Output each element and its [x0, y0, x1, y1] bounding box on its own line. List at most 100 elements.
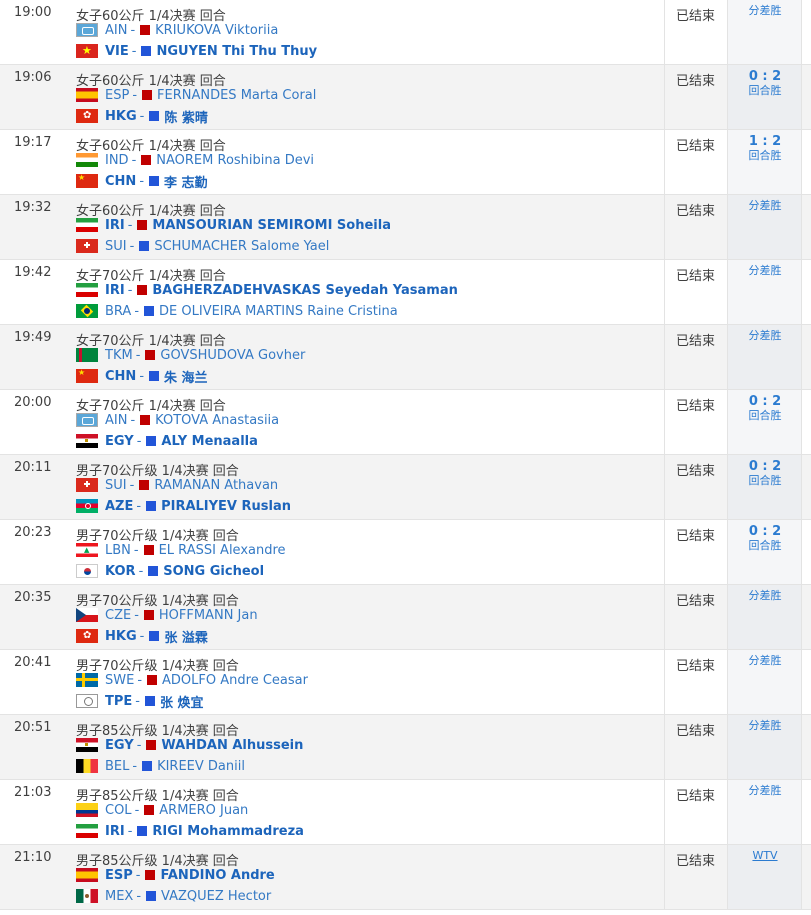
athlete-name[interactable]: 张 溢霖 [164, 627, 208, 646]
result-cell[interactable]: WTV [728, 849, 802, 863]
result-type[interactable]: 分差胜 [728, 329, 802, 343]
athlete-name[interactable]: 张 焕宜 [160, 692, 204, 711]
country-code[interactable]: SWE [105, 673, 134, 688]
athlete-name[interactable]: NGUYEN Thi Thu Thuy [156, 44, 317, 59]
country-code[interactable]: IRI [105, 824, 125, 839]
country-code[interactable]: IRI [105, 283, 125, 298]
country-code[interactable]: BEL [105, 759, 129, 774]
country-code[interactable]: AIN [105, 23, 127, 38]
country-code[interactable]: SUI [105, 478, 127, 493]
country-code[interactable]: ESP [105, 88, 129, 103]
result-cell[interactable]: 分差胜 [728, 719, 802, 733]
athlete-name[interactable]: 陈 紫晴 [164, 107, 208, 126]
result-type[interactable]: 回合胜 [728, 475, 802, 487]
country-code[interactable]: VIE [105, 44, 129, 59]
country-code[interactable]: MEX [105, 889, 133, 904]
athlete-name[interactable]: DE OLIVEIRA MARTINS Raine Cristina [159, 304, 398, 319]
match-row[interactable]: 19:32 女子60公斤 1/4决赛 回合 IRI - MANSOURIAN SEMIR… [0, 195, 811, 260]
result-type[interactable]: 分差胜 [728, 784, 802, 798]
result-cell[interactable]: 分差胜 [728, 264, 802, 278]
country-code[interactable]: IRI [105, 218, 125, 233]
country-code[interactable]: TPE [105, 694, 132, 709]
result-cell[interactable]: 0 : 2 回合胜 [728, 459, 802, 487]
athlete-name[interactable]: RAMANAN Athavan [154, 478, 278, 493]
result-cell[interactable]: 分差胜 [728, 199, 802, 213]
country-code[interactable]: LBN [105, 543, 131, 558]
country-code[interactable]: EGY [105, 434, 134, 449]
result-cell[interactable]: 0 : 2 回合胜 [728, 524, 802, 552]
athlete-name[interactable]: ARMERO Juan [159, 803, 248, 818]
athlete-name[interactable]: BAGHERZADEHVASKAS Seyedah Yasaman [152, 283, 457, 298]
result-type[interactable]: 分差胜 [728, 4, 802, 18]
result-type[interactable]: 回合胜 [728, 410, 802, 422]
match-row[interactable]: 19:49 女子70公斤 1/4决赛 回合 TKM - GOVSHUDOVA Govhe… [0, 325, 811, 390]
result-cell[interactable]: 0 : 2 回合胜 [728, 69, 802, 97]
country-code[interactable]: BRA [105, 304, 131, 319]
country-code[interactable]: TKM [105, 348, 133, 363]
country-code[interactable]: CHN [105, 369, 136, 384]
country-code[interactable]: HKG [105, 629, 137, 644]
athlete-name[interactable]: FERNANDES Marta Coral [157, 88, 316, 103]
result-type[interactable]: 回合胜 [728, 85, 802, 97]
country-code[interactable]: HKG [105, 109, 137, 124]
match-row[interactable]: 20:51 男子85公斤级 1/4决赛 回合 EGY - WAHDAN Alhussei… [0, 715, 811, 780]
athlete-name[interactable]: PIRALIYEV Ruslan [161, 499, 291, 514]
result-cell[interactable]: 分差胜 [728, 589, 802, 603]
match-row[interactable]: 19:00 女子60公斤 1/4决赛 回合 AIN - KRIUKOVA Viktori… [0, 0, 811, 65]
result-cell[interactable]: 0 : 2 回合胜 [728, 394, 802, 422]
country-code[interactable]: AZE [105, 499, 133, 514]
country-code[interactable]: SUI [105, 239, 127, 254]
country-code[interactable]: IND [105, 153, 129, 168]
match-row[interactable]: 19:42 女子70公斤 1/4决赛 回合 IRI - BAGHERZADEHVASKA… [0, 260, 811, 325]
result-cell[interactable]: 分差胜 [728, 329, 802, 343]
score[interactable]: 0 : 2 [728, 394, 802, 410]
athlete-name[interactable]: HOFFMANN Jan [159, 608, 258, 623]
country-code[interactable]: KOR [105, 564, 136, 579]
athlete-name[interactable]: 李 志勤 [164, 172, 208, 191]
athlete-name[interactable]: SCHUMACHER Salome Yael [154, 239, 329, 254]
country-code[interactable]: AIN [105, 413, 127, 428]
result-cell[interactable]: 分差胜 [728, 654, 802, 668]
match-row[interactable]: 19:17 女子60公斤 1/4决赛 回合 IND - NAOREM Roshibina… [0, 130, 811, 195]
score[interactable]: 0 : 2 [728, 524, 802, 540]
score[interactable]: 0 : 2 [728, 69, 802, 85]
athlete-name[interactable]: EL RASSI Alexandre [159, 543, 286, 558]
result-type[interactable]: 分差胜 [728, 654, 802, 668]
match-row[interactable]: 20:00 女子70公斤 1/4决赛 回合 AIN - KOTOVA Anastasii… [0, 390, 811, 455]
athlete-name[interactable]: GOVSHUDOVA Govher [160, 348, 305, 363]
score[interactable]: 1 : 2 [728, 134, 802, 150]
match-row[interactable]: 19:06 女子60公斤 1/4决赛 回合 ESP - FERNANDES Marta … [0, 65, 811, 130]
athlete-name[interactable]: KIREEV Daniil [157, 759, 245, 774]
result-type[interactable]: 分差胜 [728, 199, 802, 213]
athlete-name[interactable]: RIGI Mohammadreza [152, 824, 304, 839]
athlete-name[interactable]: WAHDAN Alhussein [161, 738, 303, 753]
result-type[interactable]: 回合胜 [728, 150, 802, 162]
result-type[interactable]: 回合胜 [728, 540, 802, 552]
athlete-name[interactable]: FANDINO Andre [160, 868, 274, 883]
athlete-name[interactable]: ALY Menaalla [161, 434, 258, 449]
athlete-name[interactable]: MANSOURIAN SEMIROMI Soheila [152, 218, 391, 233]
country-code[interactable]: CHN [105, 174, 136, 189]
wtv-link[interactable]: WTV [728, 849, 802, 863]
match-row[interactable]: 20:23 男子70公斤级 1/4决赛 回合 ▲ LBN - EL RASSI Alexa… [0, 520, 811, 585]
athlete-name[interactable]: KRIUKOVA Viktoriia [155, 23, 278, 38]
score[interactable]: 0 : 2 [728, 459, 802, 475]
result-cell[interactable]: 分差胜 [728, 4, 802, 18]
athlete-name[interactable]: KOTOVA Anastasiia [155, 413, 279, 428]
athlete-name[interactable]: ADOLFO Andre Ceasar [162, 673, 308, 688]
athlete-name[interactable]: NAOREM Roshibina Devi [156, 153, 314, 168]
match-row[interactable]: 20:11 男子70公斤级 1/4决赛 回合 SUI - RAMANAN Athavan… [0, 455, 811, 520]
match-row[interactable]: 20:35 男子70公斤级 1/4决赛 回合 CZE - HOFFMANN Jan ✿ HK… [0, 585, 811, 650]
result-type[interactable]: 分差胜 [728, 264, 802, 278]
athlete-name[interactable]: SONG Gicheol [163, 564, 264, 579]
match-row[interactable]: 20:41 男子70公斤级 1/4决赛 回合 SWE - ADOLFO Andre Ce… [0, 650, 811, 715]
athlete-name[interactable]: VAZQUEZ Hector [161, 889, 271, 904]
country-code[interactable]: ESP [105, 868, 133, 883]
result-type[interactable]: 分差胜 [728, 719, 802, 733]
match-row[interactable]: 21:10 男子85公斤级 1/4决赛 回合 ESP - FANDINO Andre ME… [0, 845, 811, 910]
country-code[interactable]: COL [105, 803, 132, 818]
athlete-name[interactable]: 朱 海兰 [164, 367, 208, 386]
country-code[interactable]: CZE [105, 608, 131, 623]
result-cell[interactable]: 1 : 2 回合胜 [728, 134, 802, 162]
result-type[interactable]: 分差胜 [728, 589, 802, 603]
